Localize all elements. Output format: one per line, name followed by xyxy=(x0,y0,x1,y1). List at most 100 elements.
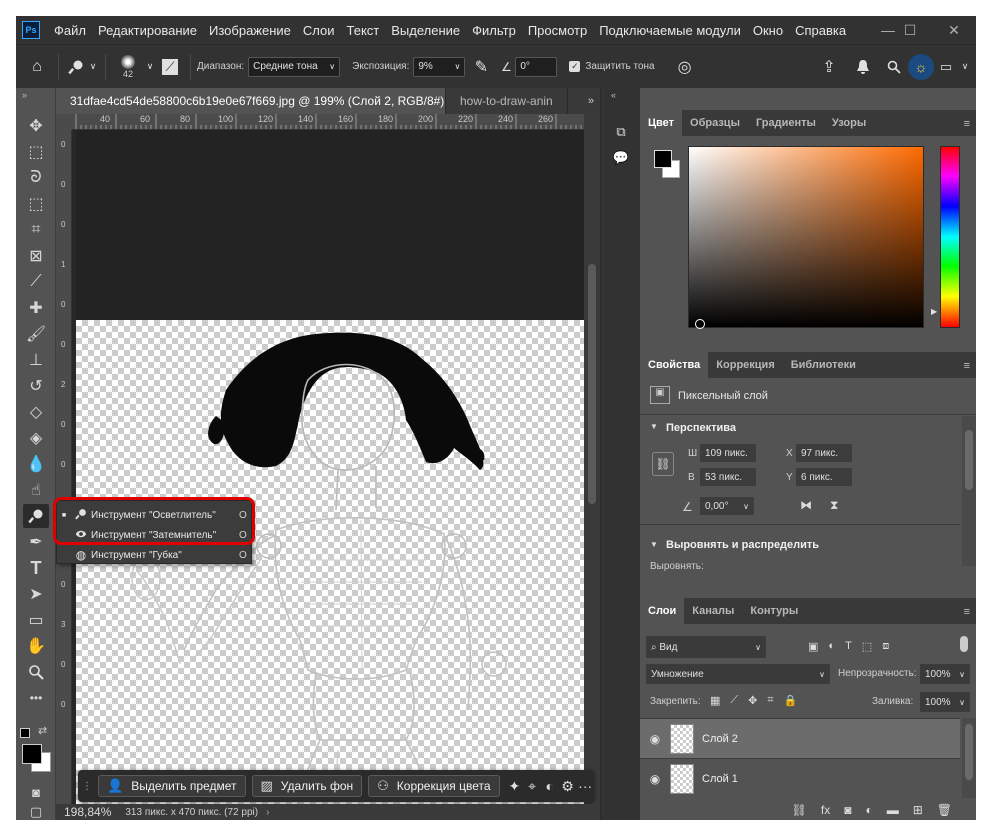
tab-channels[interactable]: Каналы xyxy=(684,598,742,624)
scrollbar-thumb[interactable] xyxy=(588,264,596,504)
eyedropper-tool-icon[interactable]: ⟋ xyxy=(23,270,49,294)
tab-gradients[interactable]: Градиенты xyxy=(748,110,824,136)
lock-artboard-icon[interactable]: ⌗ xyxy=(767,694,773,707)
new-group-icon[interactable]: ▬ xyxy=(887,803,899,817)
screen-mode-icon[interactable]: ▢ xyxy=(23,804,49,820)
eye-icon[interactable]: ◉ xyxy=(640,732,670,746)
tabs-overflow-icon[interactable]: » xyxy=(568,88,600,114)
eraser-tool-icon[interactable]: ◇ xyxy=(23,400,49,424)
healing-brush-tool-icon[interactable]: ✚ xyxy=(23,296,49,320)
comments-panel-icon[interactable]: 💬 xyxy=(611,150,631,170)
link-icon[interactable]: ⛓ xyxy=(652,452,674,476)
flip-horizontal-icon[interactable]: ⧓ xyxy=(800,498,812,512)
frame-tool-icon[interactable]: ⊠ xyxy=(23,244,49,268)
menu-plugins[interactable]: Подключаемые модули xyxy=(593,23,747,38)
close-button[interactable]: ✕ xyxy=(934,16,974,44)
menu-type[interactable]: Текст xyxy=(341,23,386,38)
lock-position-icon[interactable]: ✥ xyxy=(748,694,757,707)
properties-scrollbar[interactable] xyxy=(962,416,976,566)
tab-swatches[interactable]: Образцы xyxy=(682,110,748,136)
tab-paths[interactable]: Контуры xyxy=(742,598,806,624)
flip-vertical-icon[interactable]: ⧗ xyxy=(830,498,838,513)
workspace-icon[interactable]: ▭ xyxy=(934,59,958,75)
home-icon[interactable]: ⌂ xyxy=(22,58,52,76)
canvas-image[interactable] xyxy=(76,320,584,820)
protect-tones-checkbox[interactable]: ✓ Защитить тона xyxy=(569,61,655,72)
search-icon[interactable] xyxy=(880,60,908,74)
expand-panels-icon[interactable]: « xyxy=(611,90,616,100)
canvas[interactable] xyxy=(76,130,584,820)
more-tools-icon[interactable]: ••• xyxy=(23,686,49,710)
history-brush-tool-icon[interactable]: ↺ xyxy=(23,374,49,398)
menu-image[interactable]: Изображение xyxy=(203,23,297,38)
tab-document-2[interactable]: how-to-draw-anin xyxy=(446,88,568,114)
filter-pixel-icon[interactable]: ▣ xyxy=(808,640,818,653)
layer-filter-select[interactable]: ⌕ Вид ∨ xyxy=(646,636,766,658)
swap-colors-icon[interactable]: ⇄ xyxy=(38,724,47,737)
dodge-tool-preset-icon[interactable] xyxy=(65,59,87,75)
menu-window[interactable]: Окно xyxy=(747,23,789,38)
scrollbar-thumb[interactable] xyxy=(965,724,973,780)
hue-marker-icon[interactable]: ▶ xyxy=(931,307,937,316)
angle-input[interactable]: 0° xyxy=(515,56,558,77)
layer-row[interactable]: ◉ Слой 1 xyxy=(640,758,960,798)
share-icon[interactable]: ⇪ xyxy=(812,57,846,77)
pressure-size-icon[interactable]: ◎ xyxy=(665,57,705,77)
color-picker-marker[interactable] xyxy=(695,319,705,329)
zoom-tool-icon[interactable] xyxy=(23,660,49,684)
tab-color[interactable]: Цвет xyxy=(640,110,683,136)
panel-menu-icon[interactable]: ≡ xyxy=(964,118,970,130)
menu-filter[interactable]: Фильтр xyxy=(466,23,522,38)
new-adjustment-icon[interactable]: ◐ xyxy=(865,803,872,817)
more-options-icon[interactable]: ··· xyxy=(576,775,594,797)
discover-icon[interactable]: ☼ xyxy=(908,53,934,80)
eye-icon[interactable]: ◉ xyxy=(640,772,670,786)
maximize-button[interactable]: ☐ xyxy=(890,16,930,44)
tab-layers[interactable]: Слои xyxy=(640,598,685,624)
menu-select[interactable]: Выделение xyxy=(385,23,466,38)
lock-transparency-icon[interactable]: ▦ xyxy=(710,694,720,707)
type-tool-icon[interactable]: T xyxy=(23,556,49,580)
collapse-icon[interactable]: » xyxy=(22,90,27,100)
filter-toggle-icon[interactable] xyxy=(960,636,968,652)
history-panel-icon[interactable]: ⧉ xyxy=(611,124,631,144)
tab-document-1[interactable]: 31dfae4cd54de58800c6b19e0e67f669.jpg @ 1… xyxy=(56,88,446,114)
brush-tool-icon[interactable]: 🖌 xyxy=(23,322,49,346)
lasso-tool-icon[interactable]: ᘐ xyxy=(23,166,49,190)
chevron-down-icon[interactable]: ∨ xyxy=(958,61,972,72)
x-input[interactable]: 97 пикс. xyxy=(796,444,852,462)
blend-mode-select[interactable]: Умножение ∨ xyxy=(646,664,830,684)
tab-patterns[interactable]: Узоры xyxy=(824,110,874,136)
object-select-tool-icon[interactable]: ⬚ xyxy=(23,192,49,216)
link-layers-icon[interactable]: ⛓ xyxy=(792,803,807,817)
select-subject-button[interactable]: 👤 Выделить предмет xyxy=(98,775,246,797)
menu-layers[interactable]: Слои xyxy=(297,23,341,38)
crop-tool-icon[interactable]: ⌗ xyxy=(23,218,49,242)
lock-pixels-icon[interactable]: ⟋ xyxy=(730,694,738,707)
layer-row[interactable]: ◉ Слой 2 xyxy=(640,718,960,758)
add-mask-icon[interactable]: ◙ xyxy=(844,803,851,817)
angle-input[interactable]: 0,00° ∨ xyxy=(700,497,754,515)
adjustment-layer-icon[interactable]: ◐ xyxy=(541,775,559,797)
filter-type-icon[interactable]: T xyxy=(845,640,852,653)
filter-adjustment-icon[interactable]: ◐ xyxy=(828,640,835,653)
rectangle-tool-icon[interactable]: ▭ xyxy=(23,608,49,632)
chevron-down-icon[interactable]: ▼ xyxy=(650,540,658,549)
zoom-level[interactable]: 198,84% xyxy=(64,805,111,819)
smudge-tool-icon[interactable]: ☝ xyxy=(23,478,49,502)
scrollbar-thumb[interactable] xyxy=(965,430,973,490)
path-select-tool-icon[interactable]: ➤ xyxy=(23,582,49,606)
filter-smart-object-icon[interactable]: ⧈ xyxy=(882,640,889,653)
chevron-down-icon[interactable]: ∨ xyxy=(87,61,99,72)
opacity-input[interactable]: 100% ∨ xyxy=(920,664,970,684)
foreground-color-swatch[interactable] xyxy=(22,744,42,764)
chevron-down-icon[interactable]: ∨ xyxy=(144,61,156,72)
hand-tool-icon[interactable]: ✋ xyxy=(23,634,49,658)
paint-bucket-tool-icon[interactable]: ◈ xyxy=(23,426,49,450)
quick-mask-icon[interactable]: ◙ xyxy=(23,780,49,804)
layers-scrollbar[interactable] xyxy=(962,718,976,798)
tab-libraries[interactable]: Библиотеки xyxy=(783,352,864,378)
chevron-right-icon[interactable]: › xyxy=(266,807,269,818)
stamp-tool-icon[interactable]: ⊥ xyxy=(23,348,49,372)
range-select[interactable]: Средние тона ∨ xyxy=(248,56,341,77)
